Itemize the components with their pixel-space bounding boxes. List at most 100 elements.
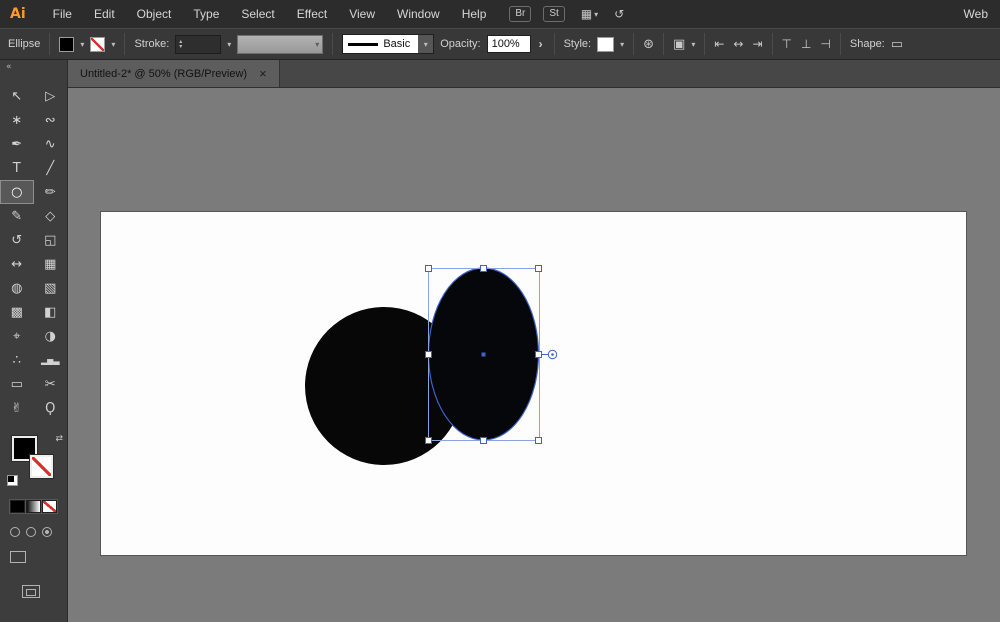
stroke-chevron-icon[interactable]: ▾	[111, 40, 115, 49]
blend-tool[interactable]: ◑	[34, 324, 68, 348]
stroke-none-swatch[interactable]	[30, 455, 53, 478]
selection-handle-bottom-center[interactable]	[480, 437, 487, 444]
draw-behind-icon[interactable]	[26, 527, 36, 537]
selection-handle-top-right[interactable]	[535, 265, 542, 272]
graphic-style-swatch[interactable]	[597, 36, 615, 52]
menu-window[interactable]: Window	[386, 0, 451, 28]
stroke-line-sample	[348, 42, 379, 46]
selection-handle-top-left[interactable]	[425, 265, 432, 272]
eyedropper-tool[interactable]: ⌖	[0, 324, 34, 348]
panels-icon[interactable]	[22, 585, 40, 598]
divider	[553, 33, 555, 55]
selection-center-point[interactable]	[481, 352, 486, 357]
selection-handle-bottom-right[interactable]	[535, 437, 542, 444]
draw-normal-icon[interactable]	[10, 527, 20, 537]
isolate-chevron-icon[interactable]: ▾	[691, 40, 695, 49]
menu-object[interactable]: Object	[126, 0, 183, 28]
align-middle-icon[interactable]: ⊣	[820, 37, 830, 51]
default-fill-stroke-icon[interactable]	[7, 475, 18, 486]
swap-fill-stroke-icon[interactable]: ⇄	[55, 434, 63, 444]
gradient-tool[interactable]: ◧	[34, 300, 68, 324]
shape-builder-tool[interactable]: ◍	[0, 276, 34, 300]
stroke-style-dropdown[interactable]: Basic ▾	[342, 34, 435, 54]
curvature-tool[interactable]: ∿	[34, 132, 68, 156]
align-bottom-icon[interactable]: ⊥	[801, 37, 811, 51]
align-left-icon[interactable]: ⇤	[714, 37, 724, 51]
fill-color-swatch[interactable]	[59, 36, 75, 52]
stroke-weight-input[interactable]: ▴ ▾	[175, 34, 222, 54]
divider	[663, 33, 665, 55]
style-chevron-icon[interactable]: ▾	[620, 40, 624, 49]
direct-selection-tool[interactable]: ▷	[34, 84, 68, 108]
pencil-tool[interactable]: ✎	[0, 204, 34, 228]
gradient-button[interactable]	[26, 500, 41, 513]
bridge-button[interactable]: Br	[509, 6, 532, 22]
divider	[704, 33, 706, 55]
hand-tool[interactable]: ✌	[0, 396, 34, 420]
workspace-switcher[interactable]: Web	[964, 7, 990, 21]
align-right-icon[interactable]: ⇥	[752, 37, 762, 51]
collapse-panel-icon[interactable]: «	[0, 60, 67, 74]
draw-inside-icon[interactable]	[42, 527, 52, 537]
width-profile-dropdown[interactable]: ▾	[237, 34, 324, 54]
isolate-object-icon[interactable]: ▣	[673, 37, 685, 52]
align-top-icon[interactable]: ⊤	[782, 37, 792, 51]
divider	[633, 33, 635, 55]
free-transform-tool[interactable]: ▦	[34, 252, 68, 276]
spin-down-icon[interactable]: ▾	[179, 44, 182, 50]
slice-tool[interactable]: ✂	[34, 372, 68, 396]
mesh-tool[interactable]: ▩	[0, 300, 34, 324]
selection-handle-middle-right[interactable]	[535, 351, 542, 358]
canvas[interactable]	[68, 88, 1000, 622]
width-tool[interactable]: ↔	[0, 252, 34, 276]
illustrator-window: Ai File Edit Object Type Select Effect V…	[0, 0, 1000, 622]
menu-type[interactable]: Type	[182, 0, 230, 28]
menu-help[interactable]: Help	[451, 0, 498, 28]
line-segment-tool[interactable]: ╱	[34, 156, 68, 180]
selection-handle-middle-left[interactable]	[425, 351, 432, 358]
paintbrush-tool[interactable]: ✏	[34, 180, 68, 204]
chevron-down-icon: ▾	[423, 39, 428, 49]
zoom-tool[interactable]: Ϙ	[34, 396, 68, 420]
shape-options-icon[interactable]: ▭	[891, 37, 903, 52]
eraser-tool[interactable]: ◇	[34, 204, 68, 228]
stroke-weight-chevron-icon[interactable]: ▾	[227, 40, 231, 49]
rotate-tool[interactable]: ↺	[0, 228, 34, 252]
menu-file[interactable]: File	[42, 0, 83, 28]
opacity-panel-arrow-icon[interactable]: ›	[537, 37, 545, 51]
artboard-tool[interactable]: ▭	[0, 372, 34, 396]
menu-select[interactable]: Select	[230, 0, 285, 28]
fill-chevron-icon[interactable]: ▾	[80, 40, 84, 49]
magic-wand-tool[interactable]: ∗	[0, 108, 34, 132]
color-button[interactable]	[10, 500, 25, 513]
menu-effect[interactable]: Effect	[286, 0, 338, 28]
menu-view[interactable]: View	[338, 0, 386, 28]
pen-tool[interactable]: ✒	[0, 132, 34, 156]
symbol-sprayer-tool[interactable]: ∴	[0, 348, 34, 372]
arrange-documents-icon[interactable]: ▦ ▾	[581, 7, 598, 21]
divider	[332, 33, 334, 55]
stroke-color-swatch[interactable]	[90, 36, 106, 52]
scale-tool[interactable]: ◱	[34, 228, 68, 252]
stroke-weight-spinner-icon[interactable]: ▴ ▾	[179, 39, 182, 50]
menu-edit[interactable]: Edit	[83, 0, 126, 28]
perspective-grid-tool[interactable]: ▧	[34, 276, 68, 300]
type-tool[interactable]: T	[0, 156, 34, 180]
shape-label: Shape:	[849, 38, 885, 50]
document-tab[interactable]: Untitled-2* @ 50% (RGB/Preview) ×	[68, 60, 280, 87]
tab-close-icon[interactable]: ×	[259, 67, 267, 80]
align-center-horizontal-icon[interactable]: ↔	[733, 37, 743, 51]
stroke-style-chevron-icon[interactable]: ▾	[418, 35, 434, 53]
screen-mode-icon[interactable]	[10, 551, 26, 563]
globe-icon[interactable]: ⊛	[643, 37, 654, 52]
ellipse-tool[interactable]: ○	[0, 180, 34, 204]
column-graph-tool[interactable]: ▂▅▃	[34, 348, 68, 372]
sync-settings-icon[interactable]: ↺	[614, 7, 624, 21]
selection-handle-bottom-left[interactable]	[425, 437, 432, 444]
none-button[interactable]	[42, 500, 57, 513]
selection-handle-top-center[interactable]	[480, 265, 487, 272]
opacity-input[interactable]: 100%	[486, 35, 531, 53]
stock-button[interactable]: St	[543, 6, 565, 22]
lasso-tool[interactable]: ∾	[34, 108, 68, 132]
selection-tool[interactable]: ↖	[0, 84, 34, 108]
